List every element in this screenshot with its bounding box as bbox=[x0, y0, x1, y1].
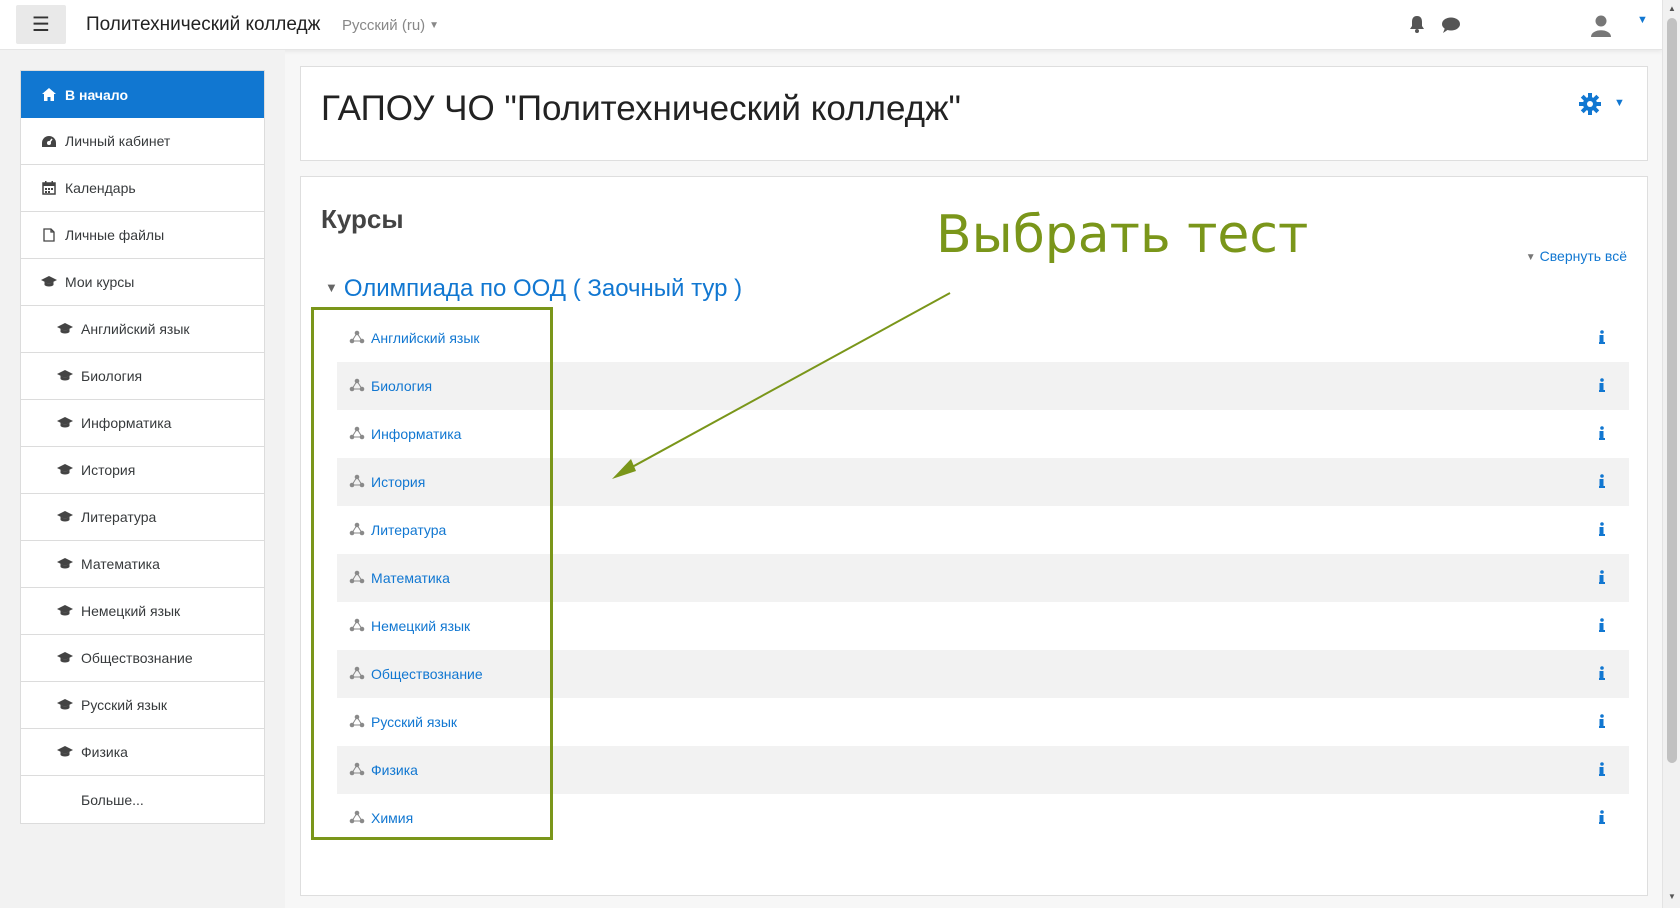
graduation-cap-icon bbox=[57, 369, 73, 383]
nav-item-label: Информатика bbox=[81, 415, 172, 431]
nav-item-label: Обществознание bbox=[81, 650, 193, 666]
graduation-cap-icon bbox=[57, 698, 73, 712]
chevron-down-icon: ▼ bbox=[429, 20, 440, 31]
info-icon[interactable] bbox=[1595, 328, 1609, 346]
nav-item-label: Математика bbox=[81, 556, 160, 572]
courses-heading: Курсы bbox=[321, 204, 404, 234]
language-label: Русский ‎(ru)‎ bbox=[342, 17, 426, 34]
scrollbar-thumb[interactable] bbox=[1667, 18, 1677, 763]
nav-item-private-files[interactable]: Личные файлы bbox=[21, 212, 264, 259]
graduation-cap-icon bbox=[57, 416, 73, 430]
scroll-up-arrow-icon[interactable]: ▲ bbox=[1668, 4, 1676, 13]
user-avatar-icon[interactable] bbox=[1589, 13, 1613, 37]
nav-item-course[interactable]: Литература bbox=[21, 494, 264, 541]
hamburger-icon: ☰ bbox=[32, 14, 50, 36]
settings-chevron-icon[interactable]: ▼ bbox=[1614, 97, 1625, 109]
nav-item-label: Больше... bbox=[81, 791, 144, 808]
info-icon[interactable] bbox=[1595, 424, 1609, 442]
gear-icon[interactable] bbox=[1579, 93, 1601, 115]
collapse-all-link[interactable]: ▼ Свернуть всё bbox=[1526, 248, 1627, 264]
category-label: Олимпиада по ООД ( Заочный тур ) bbox=[343, 275, 743, 302]
graduation-cap-icon bbox=[57, 651, 73, 665]
nav-item-label: Мои курсы bbox=[65, 274, 135, 290]
collapse-all-label: Свернуть всё bbox=[1539, 248, 1627, 264]
category-link[interactable]: ▼ Олимпиада по ООД ( Заочный тур ) bbox=[325, 275, 742, 303]
graduation-cap-icon bbox=[57, 745, 73, 759]
site-name-link[interactable]: Политехнический колледж bbox=[86, 14, 320, 36]
page-scrollbar[interactable]: ▲ ▼ bbox=[1662, 0, 1680, 908]
notifications-bell-icon[interactable] bbox=[1408, 14, 1426, 34]
nav-item-calendar[interactable]: Календарь bbox=[21, 165, 264, 212]
language-menu[interactable]: Русский ‎(ru)‎ ▼ bbox=[342, 17, 439, 34]
info-icon[interactable] bbox=[1595, 760, 1609, 778]
info-icon[interactable] bbox=[1595, 568, 1609, 586]
nav-list: В начало Личный кабинет Календарь Личные… bbox=[20, 70, 265, 824]
nav-item-label: Физика bbox=[81, 744, 128, 760]
nav-item-label: Литература bbox=[81, 509, 157, 525]
info-icon[interactable] bbox=[1595, 472, 1609, 490]
nav-item-label: Личные файлы bbox=[65, 227, 165, 243]
annotation-highlight-box bbox=[311, 307, 553, 840]
nav-item-course[interactable]: Русский язык bbox=[21, 682, 264, 729]
info-icon[interactable] bbox=[1595, 808, 1609, 826]
nav-item-home[interactable]: В начало bbox=[21, 71, 264, 118]
nav-item-dashboard[interactable]: Личный кабинет bbox=[21, 118, 264, 165]
graduation-cap-icon bbox=[41, 275, 57, 289]
graduation-cap-icon bbox=[57, 604, 73, 618]
nav-item-more[interactable]: Больше... bbox=[21, 776, 264, 823]
info-icon[interactable] bbox=[1595, 520, 1609, 538]
top-navbar: ☰ Политехнический колледж Русский ‎(ru)‎… bbox=[0, 0, 1662, 50]
annotation-label: Выбрать тест bbox=[936, 205, 1309, 265]
nav-item-my-courses[interactable]: Мои курсы bbox=[21, 259, 264, 306]
nav-item-course[interactable]: Математика bbox=[21, 541, 264, 588]
graduation-cap-icon bbox=[57, 557, 73, 571]
dashboard-icon bbox=[41, 134, 57, 148]
nav-item-course[interactable]: История bbox=[21, 447, 264, 494]
nav-item-label: Личный кабинет bbox=[65, 133, 171, 149]
info-icon[interactable] bbox=[1595, 712, 1609, 730]
info-icon[interactable] bbox=[1595, 616, 1609, 634]
nav-item-label: История bbox=[81, 462, 136, 478]
nav-drawer: В начало Личный кабинет Календарь Личные… bbox=[0, 50, 285, 908]
nav-item-course[interactable]: Физика bbox=[21, 729, 264, 776]
file-icon bbox=[41, 228, 57, 242]
nav-item-label: В начало bbox=[65, 86, 129, 103]
scroll-down-arrow-icon[interactable]: ▼ bbox=[1668, 892, 1676, 901]
nav-item-label: Немецкий язык bbox=[81, 603, 181, 619]
info-icon[interactable] bbox=[1595, 664, 1609, 682]
triangle-down-icon: ▼ bbox=[1525, 252, 1536, 263]
nav-item-label: Биология bbox=[81, 368, 143, 384]
nav-item-label: Английский язык bbox=[81, 321, 190, 337]
graduation-cap-icon bbox=[57, 463, 73, 477]
calendar-icon bbox=[41, 181, 57, 195]
nav-item-label: Календарь bbox=[65, 180, 136, 196]
page-title: ГАПОУ ЧО "Политехнический колледж" bbox=[321, 89, 961, 128]
nav-item-course[interactable]: Английский язык bbox=[21, 306, 264, 353]
nav-item-course[interactable]: Немецкий язык bbox=[21, 588, 264, 635]
messages-chat-icon[interactable] bbox=[1441, 16, 1461, 34]
user-menu-chevron-icon[interactable]: ▼ bbox=[1637, 14, 1648, 26]
info-icon[interactable] bbox=[1595, 376, 1609, 394]
nav-item-course[interactable]: Биология bbox=[21, 353, 264, 400]
graduation-cap-icon bbox=[57, 322, 73, 336]
nav-item-label: Русский язык bbox=[81, 697, 168, 713]
home-icon bbox=[41, 88, 57, 102]
triangle-down-icon: ▼ bbox=[325, 280, 338, 295]
graduation-cap-icon bbox=[57, 510, 73, 524]
menu-toggle-button[interactable]: ☰ bbox=[16, 5, 66, 44]
nav-item-course[interactable]: Информатика bbox=[21, 400, 264, 447]
nav-item-course[interactable]: Обществознание bbox=[21, 635, 264, 682]
page-header: ГАПОУ ЧО "Политехнический колледж" ▼ bbox=[300, 66, 1648, 161]
